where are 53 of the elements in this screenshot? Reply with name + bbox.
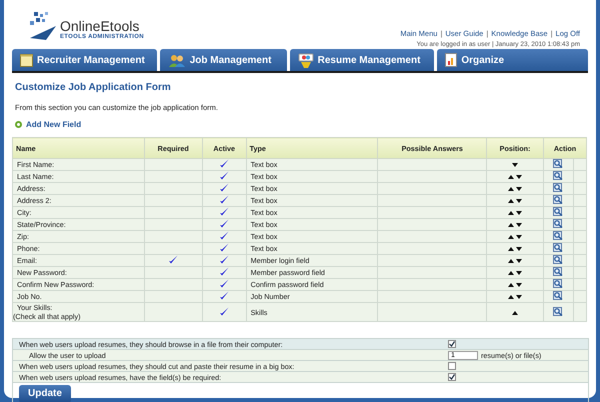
edit-icon[interactable] bbox=[553, 279, 564, 288]
edit-icon[interactable] bbox=[553, 171, 564, 180]
move-down-icon[interactable] bbox=[516, 211, 522, 215]
notepad-icon bbox=[20, 54, 33, 66]
add-field-link[interactable]: Add New Field bbox=[26, 120, 82, 129]
edit-icon[interactable] bbox=[553, 306, 564, 316]
add-icon bbox=[15, 121, 22, 128]
move-up-icon[interactable] bbox=[508, 223, 514, 227]
page-title: Customize Job Application Form bbox=[15, 82, 172, 93]
move-up-icon[interactable] bbox=[508, 283, 514, 287]
move-up-icon[interactable] bbox=[512, 310, 518, 314]
logo-name: OnlineEtools bbox=[60, 19, 140, 34]
edit-icon[interactable] bbox=[553, 159, 564, 168]
edit-icon[interactable] bbox=[553, 267, 564, 276]
edit-icon[interactable] bbox=[553, 195, 564, 204]
move-down-icon[interactable] bbox=[516, 295, 522, 299]
move-down-icon[interactable] bbox=[516, 223, 522, 227]
move-down-icon[interactable] bbox=[516, 271, 522, 275]
move-down-icon[interactable] bbox=[516, 235, 522, 239]
nav-tab[interactable]: Resume Management bbox=[290, 49, 434, 71]
move-down-icon[interactable] bbox=[516, 259, 522, 263]
edit-icon[interactable] bbox=[553, 219, 564, 228]
move-up-icon[interactable] bbox=[508, 199, 514, 203]
move-up-icon[interactable] bbox=[508, 271, 514, 275]
chart-icon bbox=[445, 53, 458, 67]
edit-icon[interactable] bbox=[553, 291, 564, 300]
edit-icon[interactable] bbox=[553, 255, 564, 264]
move-down-icon[interactable] bbox=[516, 187, 522, 191]
option-checkbox[interactable] bbox=[448, 373, 456, 381]
move-down-icon[interactable] bbox=[516, 247, 522, 251]
option-checkbox[interactable] bbox=[448, 340, 456, 348]
edit-icon[interactable] bbox=[553, 231, 564, 240]
move-up-icon[interactable] bbox=[508, 259, 514, 263]
move-up-icon[interactable] bbox=[508, 295, 514, 299]
move-up-icon[interactable] bbox=[508, 247, 514, 251]
update-button[interactable]: Update bbox=[19, 384, 71, 402]
nav-tab[interactable]: Organize bbox=[437, 49, 588, 71]
move-up-icon[interactable] bbox=[508, 235, 514, 239]
move-up-icon[interactable] bbox=[508, 211, 514, 215]
nav-tab[interactable]: Job Management bbox=[160, 49, 287, 71]
edit-icon[interactable] bbox=[553, 207, 564, 216]
move-down-icon[interactable] bbox=[516, 283, 522, 287]
people-icon bbox=[168, 54, 186, 66]
move-up-icon[interactable] bbox=[508, 175, 514, 179]
move-down-icon[interactable] bbox=[516, 175, 522, 179]
option-checkbox[interactable] bbox=[448, 362, 456, 370]
nav-tab[interactable]: Recruiter Management bbox=[12, 49, 157, 71]
edit-icon[interactable] bbox=[553, 183, 564, 192]
move-up-icon[interactable] bbox=[508, 187, 514, 191]
edit-icon[interactable] bbox=[553, 243, 564, 252]
logo-icon bbox=[28, 12, 58, 40]
move-down-icon[interactable] bbox=[516, 199, 522, 203]
move-down-icon[interactable] bbox=[512, 163, 518, 167]
